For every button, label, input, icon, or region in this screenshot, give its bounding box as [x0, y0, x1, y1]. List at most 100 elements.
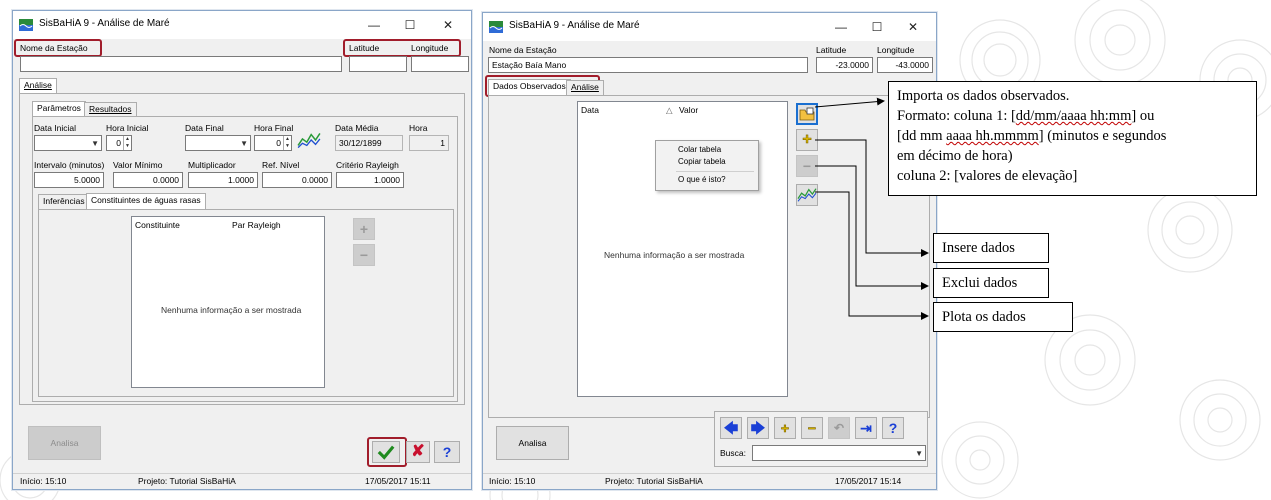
column-header-valor[interactable]: Valor — [679, 105, 698, 115]
station-name-field[interactable]: Estação Baía Mano — [488, 57, 808, 73]
right-titlebar: SisBaHiA 9 - Análise de Maré — ☐ ✕ — [483, 13, 936, 41]
data-final-label: Data Final — [185, 123, 224, 133]
context-menu: Colar tabela Copiar tabela O que é isto? — [655, 140, 759, 191]
help-button[interactable]: ? — [434, 441, 460, 463]
status-bar: Início: 15:10 Projeto: Tutorial SisBaHiA… — [13, 473, 471, 489]
undo-icon: ↶ — [833, 421, 845, 435]
menu-item-colar-tabela[interactable]: Colar tabela — [678, 145, 721, 154]
delete-button[interactable]: − — [796, 155, 818, 177]
empty-message: Nenhuma informação a ser mostrada — [161, 305, 302, 315]
help-button[interactable]: ? — [882, 417, 904, 439]
undo-button: ↶ — [828, 417, 850, 439]
valor-minimo-field[interactable]: 0.0000 — [113, 172, 183, 188]
hora-final-label: Hora Final — [254, 123, 294, 133]
nav-remove-button[interactable]: − — [801, 417, 823, 439]
station-name-field[interactable] — [20, 56, 342, 72]
column-header-constituinte[interactable]: Constituinte — [135, 220, 180, 230]
import-button[interactable] — [796, 103, 818, 125]
menu-separator — [676, 171, 754, 172]
callout-importa-line2: Formato: coluna 1: [dd/mm/aaaa hh:mm] ou — [897, 108, 1155, 124]
criterio-rayleigh-label: Critério Rayleigh — [336, 160, 399, 170]
insert-button[interactable]: + — [796, 129, 818, 151]
constituintes-panel: Constituinte Par Rayleigh Nenhuma inform… — [38, 209, 454, 397]
multiplicador-field[interactable]: 1.0000 — [188, 172, 258, 188]
intervalo-label: Intervalo (minutos) — [34, 160, 105, 170]
busca-label: Busca: — [720, 448, 746, 458]
status-projeto: Projeto: Tutorial SisBaHiA — [605, 476, 703, 486]
empty-message: Nenhuma informação a ser mostrada — [604, 250, 745, 260]
plus-icon: + — [353, 218, 375, 240]
longitude-label: Longitude — [877, 45, 915, 55]
tab-dados-observados[interactable]: Dados Observados — [488, 79, 571, 95]
tab-constituintes[interactable]: Constituintes de águas rasas — [86, 193, 206, 209]
plus-icon: + — [802, 131, 812, 149]
close-button[interactable]: ✕ — [896, 17, 930, 37]
maximize-button[interactable]: ☐ — [860, 17, 894, 37]
minimize-button[interactable]: — — [357, 15, 391, 35]
intervalo-field[interactable]: 5.0000 — [34, 172, 104, 188]
annotation-highlight — [14, 39, 102, 57]
plot-button[interactable] — [796, 184, 818, 206]
callout-importa-line3: [dd mm aaaa hh.mmmm] (minutos e segundos — [897, 128, 1167, 144]
nav-add-button[interactable]: + — [774, 417, 796, 439]
chart-icon[interactable] — [297, 129, 321, 151]
help-icon: ? — [888, 420, 898, 436]
tab-resultados[interactable]: Resultados — [84, 102, 137, 117]
window-title: SisBaHiA 9 - Análise de Maré — [509, 20, 640, 31]
check-icon — [377, 445, 395, 460]
constituintes-list[interactable]: Constituinte Par Rayleigh Nenhuma inform… — [131, 216, 325, 388]
sort-indicator-icon: △ — [666, 105, 673, 115]
ref-nivel-label: Ref. Nível — [262, 160, 300, 170]
minus-icon: − — [353, 244, 375, 266]
data-media-field: 30/12/1899 — [335, 135, 403, 151]
chart-icon — [797, 188, 817, 202]
callout-plota: Plota os dados — [933, 302, 1073, 332]
menu-item-o-que-e-isto[interactable]: O que é isto? — [678, 175, 726, 184]
callout-importa-line1: Importa os dados observados. — [897, 88, 1070, 104]
hora-final-spinner[interactable]: 0 ▲ ▼ — [254, 135, 292, 151]
tab-analise[interactable]: Análise — [19, 78, 57, 94]
exit-button[interactable]: ⇥ — [855, 417, 877, 439]
next-button[interactable]: 🡆 — [747, 417, 769, 439]
status-bar: Início: 15:10 Projeto: Tutorial SisBaHiA… — [483, 473, 936, 489]
latitude-field[interactable] — [349, 56, 407, 72]
column-header-par-rayleigh[interactable]: Par Rayleigh — [232, 220, 281, 230]
ref-nivel-field[interactable]: 0.0000 — [262, 172, 332, 188]
criterio-rayleigh-field[interactable]: 1.0000 — [336, 172, 404, 188]
station-name-label: Nome da Estação — [489, 45, 557, 55]
callout-importa-line5: coluna 2: [valores de elevação] — [897, 168, 1078, 184]
status-projeto: Projeto: Tutorial SisBaHiA — [138, 476, 236, 486]
longitude-field[interactable]: -43.0000 — [877, 57, 933, 73]
plus-icon: + — [780, 420, 790, 437]
hora-inicial-label: Hora Inicial — [106, 123, 149, 133]
tab-inferencias[interactable]: Inferências — [38, 194, 90, 209]
observed-data-list[interactable]: Data △ Valor Nenhuma informação a ser mo… — [577, 101, 788, 397]
data-media-label: Data Média — [335, 123, 379, 133]
menu-item-copiar-tabela[interactable]: Copiar tabela — [678, 157, 726, 166]
tab-parametros[interactable]: Parâmetros — [32, 101, 86, 117]
navigation-panel: 🡄 🡆 + − ↶ ⇥ ? Busca: ▼ — [714, 411, 928, 467]
hora-inicial-spinner[interactable]: 0 ▲ ▼ — [106, 135, 132, 151]
previous-button[interactable]: 🡄 — [720, 417, 742, 439]
cancel-button[interactable]: ✘ — [406, 441, 430, 463]
multiplicador-label: Multiplicador — [188, 160, 236, 170]
close-button[interactable]: ✕ — [431, 15, 465, 35]
minus-icon: − — [802, 158, 812, 174]
analisa-button[interactable]: Analisa — [28, 426, 101, 460]
ok-button[interactable] — [372, 441, 400, 463]
parametros-panel: Data Inicial ▼ Hora Inicial 0 ▲ ▼ Data Fin… — [32, 116, 458, 402]
maximize-button[interactable]: ☐ — [393, 15, 427, 35]
valor-minimo-label: Valor Mínimo — [113, 160, 163, 170]
busca-dropdown[interactable]: ▼ — [752, 445, 926, 461]
data-final-dropdown[interactable]: ▼ — [185, 135, 251, 151]
dados-observados-panel: Data △ Valor Nenhuma informação a ser mo… — [488, 95, 930, 418]
latitude-field[interactable]: -23.0000 — [816, 57, 873, 73]
tab-analise[interactable]: Análise — [566, 80, 604, 95]
data-inicial-dropdown[interactable]: ▼ — [34, 135, 102, 151]
longitude-field[interactable] — [411, 56, 469, 72]
help-icon: ? — [442, 444, 452, 460]
analisa-button[interactable]: Analisa — [496, 426, 569, 460]
exit-door-icon: ⇥ — [860, 420, 872, 436]
column-header-data[interactable]: Data — [581, 105, 599, 115]
minimize-button[interactable]: — — [824, 17, 858, 37]
